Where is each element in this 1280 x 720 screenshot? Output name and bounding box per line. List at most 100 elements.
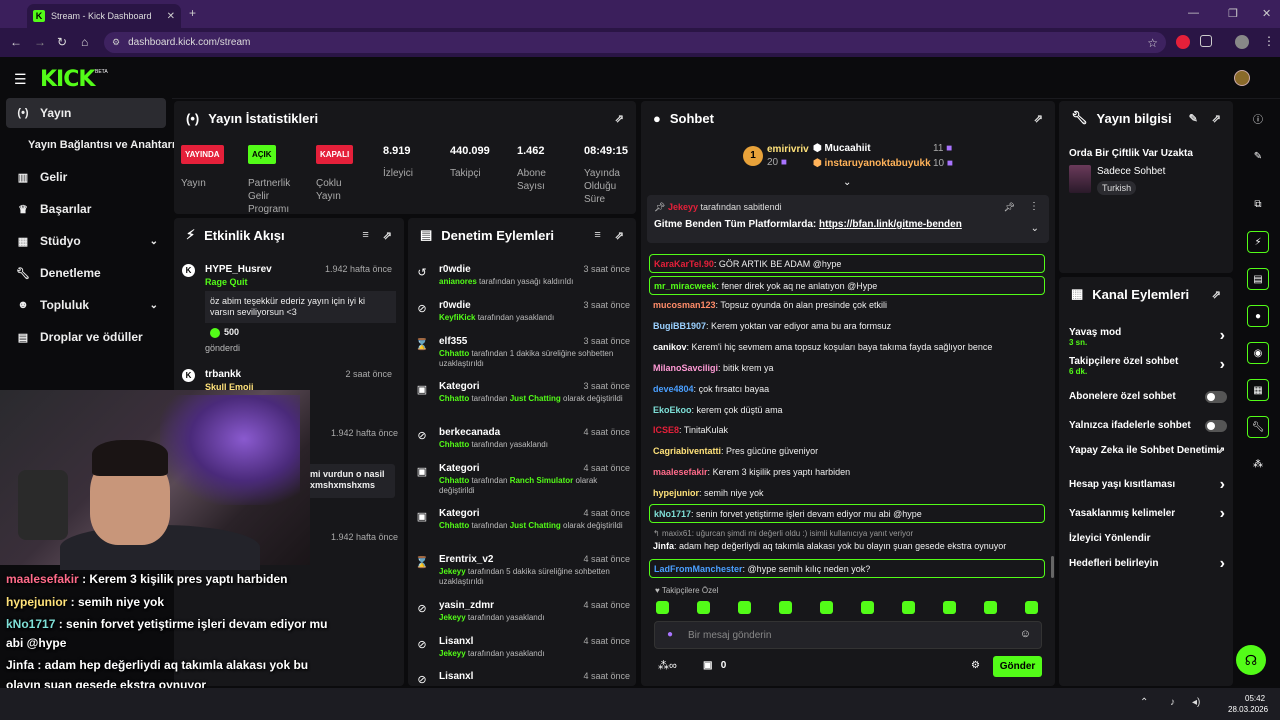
reload-icon[interactable]: ↻ — [57, 35, 67, 49]
sidebar-item-denetleme[interactable]: 🔧︎ Denetleme — [6, 258, 166, 288]
settings-gear-icon[interactable]: ⚙ — [971, 660, 980, 671]
moderator-name[interactable]: Jekeyy — [439, 613, 466, 622]
chat-input[interactable]: ● Bir mesaj gönderin ☺ — [654, 621, 1042, 649]
toggle-switch[interactable] — [1205, 391, 1227, 403]
channel-action-row[interactable]: Yasaklanmış kelimeler › — [1069, 505, 1229, 522]
sidebar-item-droplar[interactable]: ▤ Droplar ve ödüller — [6, 322, 166, 352]
moderation-user[interactable]: Kategori — [439, 508, 480, 519]
chat-username[interactable]: canikov — [653, 342, 687, 352]
chat-username[interactable]: Cagriabiventatti — [653, 446, 721, 456]
chat-username[interactable]: MilanoSavciligi — [653, 363, 718, 373]
channel-action-row[interactable]: Yavaş mod 3 sn. › — [1069, 327, 1229, 347]
bolt-icon[interactable]: ⚡︎ — [1247, 231, 1269, 253]
wrench-icon[interactable]: 🔧︎ — [1247, 416, 1269, 438]
back-icon[interactable]: ← — [10, 35, 22, 49]
minimize-button[interactable]: — — [1188, 7, 1199, 19]
clipboard-icon[interactable]: ▤ — [1247, 268, 1269, 290]
sidebar-item-gelir[interactable]: ▥ Gelir — [6, 162, 166, 192]
channel-action-row[interactable]: Yalnızca ifadelerle sohbet — [1069, 420, 1229, 432]
more-options-icon[interactable]: ⋮ — [1029, 201, 1039, 212]
popout-icon[interactable]: ⇗ — [383, 229, 392, 242]
forward-icon[interactable]: → — [34, 35, 46, 49]
grid-icon[interactable]: ▦ — [1247, 379, 1269, 401]
gifter-name[interactable]: instaruyanoktabuyukk — [825, 158, 931, 169]
emote[interactable] — [738, 601, 751, 614]
popout-icon[interactable]: ⇗ — [615, 229, 624, 242]
kick-logo[interactable]: KICK — [40, 67, 95, 92]
close-window-button[interactable]: ✕ — [1262, 7, 1271, 20]
top-gifter-name[interactable]: emirivriv — [767, 144, 809, 155]
moderation-user[interactable]: r0wdie — [439, 264, 471, 275]
tray-speaker-icon[interactable]: ◂) — [1192, 697, 1200, 708]
tab-close-icon[interactable]: ✕ — [167, 11, 175, 22]
category-name[interactable]: Sadece Sohbet — [1097, 166, 1165, 177]
pinned-link[interactable]: https://bfan.link/gitme-benden — [819, 219, 962, 230]
site-info-icon[interactable]: ⚙ — [112, 37, 120, 48]
moderator-name[interactable]: Jekeyy — [439, 567, 466, 576]
support-headset-icon[interactable]: ☊ — [1236, 645, 1266, 675]
emote[interactable] — [779, 601, 792, 614]
popout-icon[interactable]: ⇗ — [615, 112, 624, 125]
emote[interactable] — [943, 601, 956, 614]
hamburger-menu-icon[interactable]: ☰ — [14, 71, 27, 88]
chat-username[interactable]: BugiBB1907 — [653, 321, 706, 331]
taskbar-clock[interactable]: 05:42 — [1245, 694, 1265, 703]
extension-icon[interactable] — [1176, 35, 1190, 49]
chat-username[interactable]: maalesefakir — [653, 467, 708, 477]
channel-action-row[interactable]: Takipçilere özel sohbet 6 dk. › — [1069, 356, 1229, 376]
sidebar-item-yayin[interactable]: (•) Yayın — [6, 98, 166, 128]
sidebar-item-basarilar[interactable]: ♛ Başarılar — [6, 194, 166, 224]
moderation-user[interactable]: yasin_zdmr — [439, 600, 494, 611]
share-icon[interactable]: ⁂ — [1247, 453, 1269, 475]
emote[interactable] — [1025, 601, 1038, 614]
info-icon[interactable]: ⓘ — [1247, 107, 1269, 129]
emote[interactable] — [820, 601, 833, 614]
gift-points[interactable]: ▣ 0 — [703, 660, 726, 671]
toggle-switch[interactable] — [1205, 420, 1227, 432]
emote[interactable] — [697, 601, 710, 614]
address-bar[interactable]: ⚙ dashboard.kick.com/stream ☆ — [104, 32, 1166, 53]
profile-icon[interactable] — [1235, 35, 1249, 49]
tray-mic-icon[interactable]: ♪ — [1170, 697, 1175, 708]
popout-icon[interactable]: ⇗ — [1034, 112, 1043, 125]
extensions-puzzle-icon[interactable] — [1200, 35, 1212, 47]
bookmark-star-icon[interactable]: ☆ — [1147, 36, 1158, 50]
chevron-down-icon[interactable]: ⌄ — [1031, 223, 1039, 234]
moderation-user[interactable]: Kategori — [439, 463, 480, 474]
emote[interactable] — [656, 601, 669, 614]
moderation-user[interactable]: Lisanxl — [439, 671, 473, 682]
chat-username[interactable]: deve4804 — [653, 384, 694, 394]
emoji-icon[interactable]: ☺ — [1020, 628, 1031, 640]
send-button[interactable]: Gönder — [993, 656, 1042, 677]
moderation-user[interactable]: Lisanxl — [439, 636, 473, 647]
popout-icon[interactable]: ⇗ — [1212, 112, 1221, 125]
chat-username[interactable]: LadFromManchester — [654, 564, 743, 574]
moderation-user[interactable]: Kategori — [439, 381, 480, 392]
home-icon[interactable]: ⌂ — [81, 35, 88, 49]
sidebar-item-topluluk[interactable]: ☻ Topluluk ⌄ — [6, 290, 166, 320]
edit-pencil-icon[interactable]: ✎ — [1189, 112, 1198, 125]
unpin-icon[interactable]: 📌︎ — [1004, 202, 1015, 213]
kick-points-icon[interactable]: ⁂∞ — [658, 659, 677, 672]
moderator-name[interactable]: Chhatto — [439, 349, 469, 358]
chat-username[interactable]: hypejunior — [653, 488, 699, 498]
channel-action-row[interactable]: Hesap yaşı kısıtlaması › — [1069, 476, 1229, 493]
chat-username[interactable]: kNo1717 — [654, 509, 691, 519]
sidebar-item-studyo[interactable]: ▦ Stüdyo ⌄ — [6, 226, 166, 256]
new-tab-button[interactable]: + — [189, 6, 196, 20]
chat-username[interactable]: ICSE8 — [653, 425, 679, 435]
chat-username[interactable]: Jinfa — [653, 541, 674, 551]
channel-action-row[interactable]: Hedefleri belirleyin › — [1069, 555, 1229, 572]
moderation-user[interactable]: Erentrix_v2 — [439, 554, 493, 565]
filter-icon[interactable]: ≡ — [362, 229, 368, 242]
moderation-user[interactable]: r0wdie — [439, 300, 471, 311]
moderator-name[interactable]: anianores — [439, 277, 477, 286]
tray-chevron-icon[interactable]: ⌃ — [1140, 697, 1148, 708]
chat-scrollbar[interactable] — [1051, 556, 1054, 578]
pinned-by[interactable]: Jekeyy — [668, 202, 698, 212]
chat-username[interactable]: mucosman123 — [653, 300, 716, 310]
channel-action-row[interactable]: İzleyici Yönlendir — [1069, 533, 1229, 544]
user-avatar[interactable] — [1234, 70, 1250, 86]
gifter-name[interactable]: Mucaahiit — [825, 143, 871, 154]
moderator-name[interactable]: Jekeyy — [439, 649, 466, 658]
